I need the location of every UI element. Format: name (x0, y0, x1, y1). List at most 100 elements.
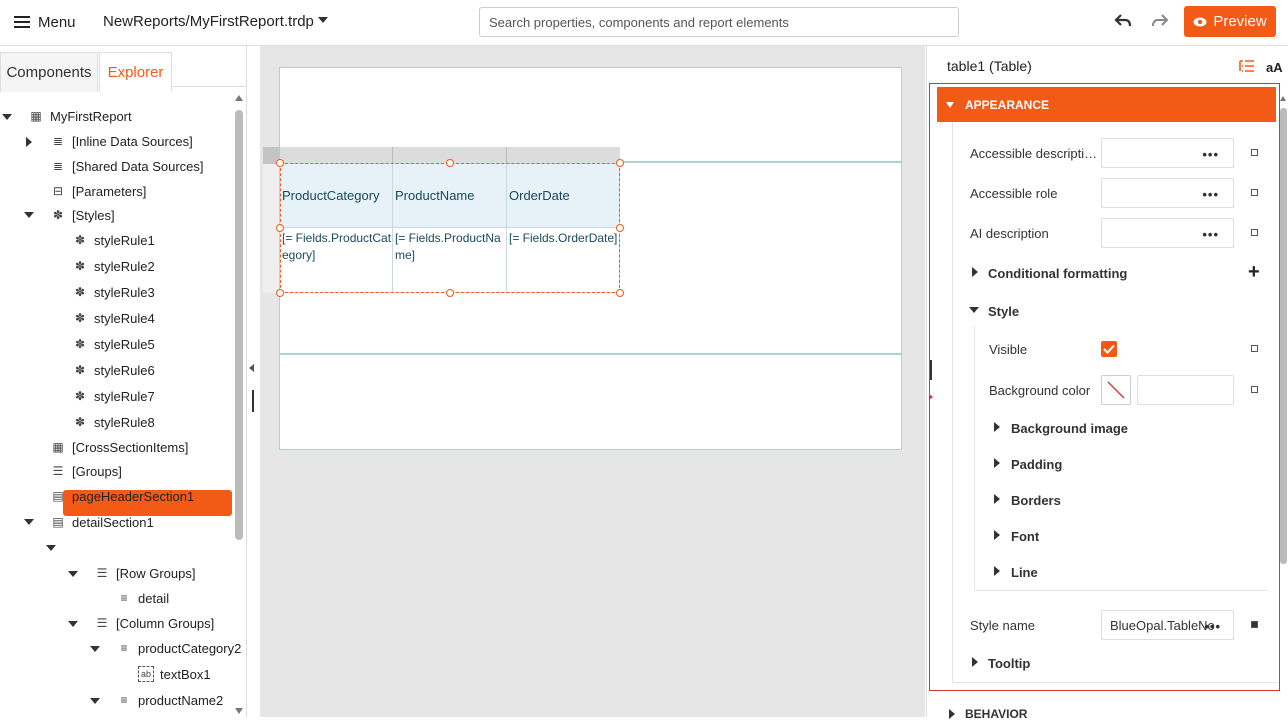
borders-group[interactable]: Borders (1011, 493, 1061, 508)
more-options-icon[interactable]: ••• (1202, 227, 1219, 242)
more-options-icon[interactable]: ••• (1202, 147, 1219, 162)
conditional-formatting-group[interactable]: Conditional formatting (988, 266, 1127, 281)
more-options-icon[interactable]: ••• (1204, 619, 1221, 634)
redo-icon[interactable] (1151, 12, 1169, 30)
explorer-scrollbar[interactable] (235, 110, 243, 540)
reset-property-icon[interactable] (1251, 621, 1258, 628)
tree-item-productname2[interactable]: ≡ productName2 (116, 689, 223, 711)
reset-property-icon[interactable] (1251, 149, 1258, 156)
resize-handle[interactable] (446, 289, 454, 297)
tree-item-inline-data-sources[interactable]: ≣ [Inline Data Sources] (50, 130, 193, 152)
expand-icon[interactable] (972, 267, 978, 277)
reset-property-icon[interactable] (1251, 345, 1258, 352)
tree-item-stylerule3[interactable]: ✽ styleRule3 (72, 281, 155, 303)
tree-item-productcategory2[interactable]: ≡ productCategory2 (116, 637, 241, 659)
expand-icon[interactable] (994, 494, 1000, 504)
collapse-icon[interactable] (90, 698, 100, 704)
collapse-icon[interactable] (68, 571, 78, 577)
accessible-description-field[interactable]: ••• (1101, 138, 1234, 168)
tree-item-parameters[interactable]: ⊟ [Parameters] (50, 180, 146, 202)
reset-property-icon[interactable] (1251, 229, 1258, 236)
style-group[interactable]: Style (988, 304, 1019, 319)
tree-item-stylerule4[interactable]: ✽ styleRule4 (72, 307, 155, 329)
behavior-section-header[interactable]: BEHAVIOR (965, 707, 1027, 721)
background-color-label: Background color (989, 383, 1091, 398)
padding-group[interactable]: Padding (1011, 457, 1062, 472)
expand-icon[interactable] (994, 458, 1000, 468)
expand-icon[interactable] (994, 566, 1000, 576)
resize-handle[interactable] (616, 224, 624, 232)
menu-button[interactable]: Menu (14, 11, 76, 33)
resize-handle[interactable] (616, 289, 624, 297)
background-color-swatch[interactable] (1101, 375, 1131, 405)
reset-property-icon[interactable] (1251, 189, 1258, 196)
collapse-icon[interactable] (24, 212, 34, 218)
scroll-up-icon[interactable] (235, 95, 243, 101)
tree-item-crosssectionitems[interactable]: ▦ [CrossSectionItems] (50, 436, 188, 458)
tree-item-table1[interactable]: ▦ table1 (72, 537, 129, 559)
tree-item-stylerule8[interactable]: ✽ styleRule8 (72, 411, 155, 433)
tree-item-pageheadersection1[interactable]: ▤ pageHeaderSection1 (50, 485, 194, 507)
collapse-icon[interactable] (90, 646, 100, 652)
categorized-view-icon[interactable] (1239, 59, 1255, 73)
line-group[interactable]: Line (1011, 565, 1038, 580)
expand-icon[interactable] (994, 422, 1000, 432)
collapse-icon[interactable] (24, 519, 34, 525)
tree-item-myfirstreport[interactable]: ▦ MyFirstReport (28, 105, 131, 127)
add-icon[interactable]: + (1248, 262, 1260, 282)
report-name[interactable]: NewReports/MyFirstReport.trdp (103, 13, 314, 30)
tree-item-detail[interactable]: ≡ detail (116, 587, 169, 609)
collapse-icon[interactable] (46, 545, 56, 551)
expand-icon[interactable] (949, 709, 955, 719)
font-group[interactable]: Font (1011, 529, 1039, 544)
resize-handle[interactable] (446, 159, 454, 167)
visible-checkbox[interactable] (1101, 341, 1117, 357)
background-color-field[interactable] (1137, 375, 1234, 405)
preview-button[interactable]: Preview (1184, 6, 1276, 37)
search-input[interactable] (479, 7, 959, 37)
appearance-section-header[interactable]: APPEARANCE (937, 87, 1276, 122)
tree-item-textbox1[interactable]: ab textBox1 (138, 663, 211, 685)
properties-scrollbar[interactable] (1280, 108, 1287, 564)
tree-item-row-groups[interactable]: ☰ [Row Groups] (94, 562, 196, 584)
tooltip-group[interactable]: Tooltip (988, 656, 1030, 671)
chevron-down-icon[interactable] (318, 17, 328, 23)
collapse-icon[interactable] (969, 307, 979, 313)
splitter-handle[interactable] (252, 390, 254, 412)
tree-item-column-groups[interactable]: ☰ [Column Groups] (94, 612, 215, 634)
alphabetical-view-toggle[interactable]: aA (1266, 60, 1283, 75)
expand-icon[interactable] (26, 137, 32, 147)
expand-icon[interactable] (972, 657, 978, 667)
checkmark-icon (1103, 344, 1115, 354)
background-image-group[interactable]: Background image (1011, 421, 1128, 436)
resize-handle[interactable] (276, 159, 284, 167)
more-options-icon[interactable]: ••• (1202, 187, 1219, 202)
scroll-up-icon[interactable] (1280, 96, 1286, 101)
tab-explorer[interactable]: Explorer (99, 52, 172, 92)
collapse-panel-icon[interactable] (249, 364, 254, 372)
collapse-icon[interactable] (2, 114, 12, 120)
tree-item-stylerule6[interactable]: ✽ styleRule6 (72, 359, 155, 381)
tab-components[interactable]: Components (0, 52, 98, 92)
tree-item-stylerule7[interactable]: ✽ styleRule7 (72, 385, 155, 407)
ai-description-field[interactable]: ••• (1101, 218, 1234, 248)
expand-icon[interactable] (994, 530, 1000, 540)
tree-item-detailsection1[interactable]: ▤ detailSection1 (50, 511, 153, 533)
resize-handle[interactable] (616, 159, 624, 167)
scroll-down-icon[interactable] (235, 708, 243, 714)
table-column-selector[interactable] (263, 147, 620, 164)
tree-item-stylerule5[interactable]: ✽ styleRule5 (72, 333, 155, 355)
reset-property-icon[interactable] (1251, 386, 1258, 393)
undo-icon[interactable] (1114, 12, 1132, 30)
collapse-icon[interactable] (68, 621, 78, 627)
tree-item-stylerule1[interactable]: ✽ styleRule1 (72, 229, 155, 251)
tree-item-stylerule2[interactable]: ✽ styleRule2 (72, 255, 155, 277)
style-name-field[interactable]: BlueOpal.TableNo ••• (1101, 610, 1234, 640)
accessible-role-field[interactable]: ••• (1101, 178, 1234, 208)
tree-item-styles[interactable]: ✽ [Styles] (50, 204, 115, 226)
resize-handle[interactable] (276, 289, 284, 297)
tree-item-shared-data-sources[interactable]: ≣ [Shared Data Sources] (50, 155, 204, 177)
tree-item-groups[interactable]: ☰ [Groups] (50, 460, 122, 482)
resize-handle[interactable] (276, 224, 284, 232)
more-options-icon[interactable]: ••• (209, 538, 227, 554)
